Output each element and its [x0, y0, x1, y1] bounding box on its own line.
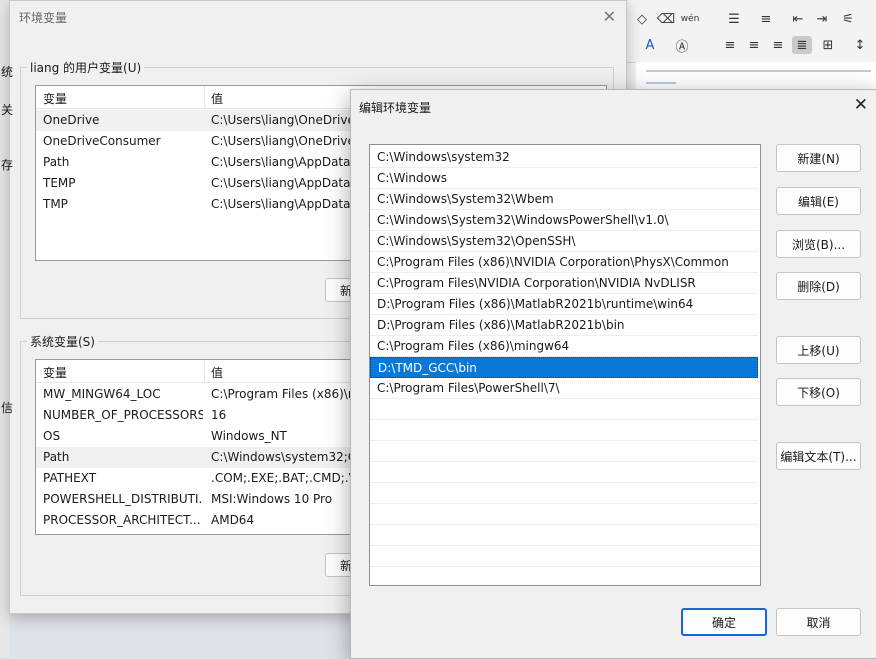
dialog-title: 环境变量 [19, 11, 68, 25]
variable-name: OneDriveConsumer [43, 134, 161, 148]
variable-name: OneDrive [43, 113, 100, 127]
edit-environment-variable-dialog: 编辑环境变量 ✕ C:\Windows\system32 C:\Windows … [350, 89, 876, 659]
variable-name: NUMBER_OF_PROCESSORS [43, 408, 203, 422]
decrease-indent-icon: ⇤ [792, 11, 804, 27]
variable-value: MSI:Windows 10 Pro [211, 492, 333, 506]
empty-list-row[interactable] [370, 441, 758, 462]
column-value-header[interactable]: 值 [211, 90, 223, 107]
chinese-layout-icon: ⚟ [842, 11, 854, 27]
side-text-3: 存 [1, 158, 14, 172]
list-item[interactable]: C:\Windows [370, 168, 758, 189]
list-item-selected[interactable]: D:\TMD_GCC\bin [370, 357, 758, 378]
variable-value: C:\Users\liang\AppData\ [211, 155, 355, 169]
bullets-icon: ☰ [728, 11, 740, 27]
clear-format-icon: ⌫ [656, 11, 676, 27]
variable-value: C:\Users\liang\AppData\ [211, 197, 355, 211]
system-variables-label: 系统变量(S) [27, 333, 98, 350]
variable-name: Path [43, 450, 70, 464]
character-border-icon: Ⓐ [675, 39, 689, 55]
list-item[interactable]: C:\Windows\system32 [370, 147, 758, 168]
phonetic-guide-icon: wén [680, 14, 700, 24]
variable-value: AMD64 [211, 513, 255, 527]
background-ribbon-toolbar: ◇ ⌫ wén ☰ ≡ ⇤ ⇥ ⚟ A Ⓐ ≡ ≡ ≡ ≣ ⊞ ↕ [620, 0, 876, 63]
side-text-4: 信 [1, 401, 14, 415]
list-item[interactable]: C:\Program Files (x86)\NVIDIA Corporatio… [370, 252, 758, 273]
align-left-icon: ≡ [724, 37, 736, 53]
variable-value: 16 [211, 408, 227, 422]
variable-name: TMP [43, 197, 68, 211]
variable-name: TEMP [43, 176, 76, 190]
move-down-button[interactable]: 下移(O) [776, 378, 861, 406]
empty-list-row[interactable] [370, 525, 758, 546]
variable-value: .COM;.EXE;.BAT;.CMD;.VI [211, 471, 361, 485]
variable-value: C:\Users\liang\OneDrive [211, 113, 355, 127]
align-center-icon: ≡ [748, 37, 760, 53]
path-entries-list[interactable]: C:\Windows\system32 C:\Windows C:\Window… [369, 144, 761, 586]
variable-name: OS [43, 429, 61, 443]
empty-list-row[interactable] [370, 483, 758, 504]
empty-list-row[interactable] [370, 420, 758, 441]
user-variables-label: liang 的用户变量(U) [27, 59, 145, 76]
cancel-button[interactable]: 取消 [776, 608, 861, 636]
empty-list-row[interactable] [370, 399, 758, 420]
variable-value: C:\Users\liang\OneDrive [211, 134, 355, 148]
list-item[interactable]: C:\Program Files\NVIDIA Corporation\NVID… [370, 273, 758, 294]
variable-name: PROCESSOR_ARCHITECT... [43, 513, 201, 527]
edit-text-button[interactable]: 编辑文本(T)... [776, 442, 861, 470]
close-icon[interactable]: ✕ [603, 7, 616, 26]
empty-list-row[interactable] [370, 462, 758, 483]
variable-value: C:\Windows\system32;C: [211, 450, 361, 464]
variable-value: C:\Users\liang\AppData\ [211, 176, 355, 190]
numbering-icon: ≡ [760, 11, 772, 27]
empty-list-row[interactable] [370, 546, 758, 567]
justify-icon: ≣ [792, 36, 812, 54]
side-text-2: 关 [1, 103, 14, 117]
eraser-icon: ◇ [637, 11, 647, 27]
column-variable-header[interactable]: 变量 [43, 90, 67, 107]
list-item[interactable]: C:\Program Files\PowerShell\7\ [370, 378, 758, 399]
move-up-button[interactable]: 上移(U) [776, 336, 861, 364]
column-variable-header[interactable]: 变量 [43, 364, 67, 381]
line-spacing-icon: ↕ [854, 37, 866, 53]
variable-name: Path [43, 155, 70, 169]
increase-indent-icon: ⇥ [816, 11, 828, 27]
list-item[interactable]: C:\Windows\System32\Wbem [370, 189, 758, 210]
close-icon[interactable]: ✕ [854, 95, 868, 115]
list-item[interactable]: D:\Program Files (x86)\MatlabR2021b\runt… [370, 294, 758, 315]
variable-name: PATHEXT [43, 471, 97, 485]
variable-value: C:\Program Files (x86)\m [211, 387, 360, 401]
ok-button[interactable]: 确定 [681, 608, 767, 636]
delete-button[interactable]: 删除(D) [776, 272, 861, 300]
empty-list-row[interactable] [370, 504, 758, 525]
new-button[interactable]: 新建(N) [776, 144, 861, 172]
variable-name: POWERSHELL_DISTRIBUTI... [43, 492, 203, 506]
list-item[interactable]: D:\Program Files (x86)\MatlabR2021b\bin [370, 315, 758, 336]
dialog-title: 编辑环境变量 [359, 101, 432, 115]
side-text-1: 统 [1, 65, 14, 79]
browse-button[interactable]: 浏览(B)... [776, 230, 861, 258]
list-item[interactable]: C:\Program Files (x86)\mingw64 [370, 336, 758, 357]
list-item[interactable]: C:\Windows\System32\OpenSSH\ [370, 231, 758, 252]
column-value-header[interactable]: 值 [211, 364, 223, 381]
variable-value: Windows_NT [211, 429, 287, 443]
distributed-icon: ⊞ [822, 37, 834, 53]
variable-name: MW_MINGW64_LOC [43, 387, 161, 401]
edit-button[interactable]: 编辑(E) [776, 187, 861, 215]
list-item[interactable]: C:\Windows\System32\WindowsPowerShell\v1… [370, 210, 758, 231]
font-color-icon: A [645, 37, 655, 53]
align-right-icon: ≡ [772, 37, 784, 53]
